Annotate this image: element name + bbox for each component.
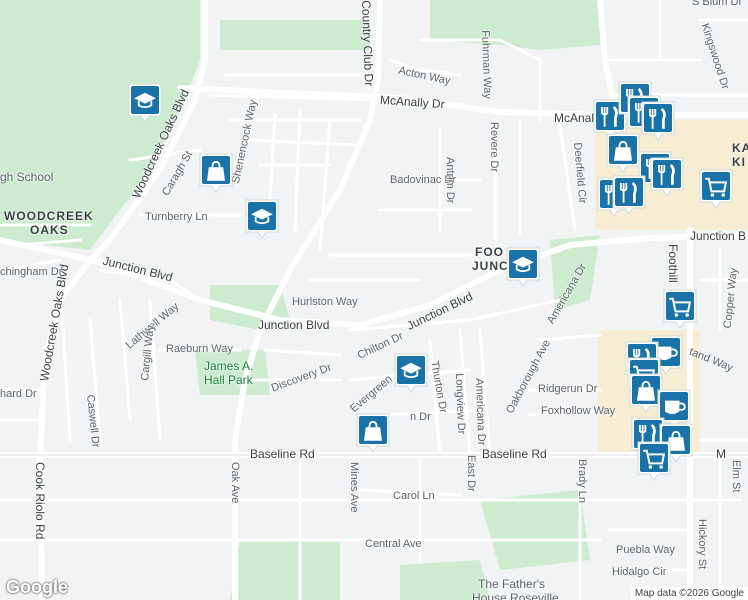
- place-label-church-line1: The Father's: [478, 577, 545, 591]
- street-label-fuhrman: Fuhrman Way: [479, 30, 494, 100]
- shopping-cart-icon: [637, 441, 671, 481]
- street-label-chingham: chingham Dr: [0, 266, 63, 278]
- poi-pin-shopping-bag[interactable]: [198, 152, 234, 194]
- street-label-hard: hard Dr: [0, 388, 37, 400]
- restaurant-icon: [612, 175, 646, 215]
- poi-pin-shopping-bag[interactable]: [605, 132, 641, 174]
- street-label-revere: Revere Dr: [488, 122, 500, 173]
- place-label-church-line2: House Roseville: [472, 591, 559, 600]
- street-label-raeburn: Raeburn Way: [166, 343, 233, 355]
- place-label-park-line1: James A.: [204, 359, 254, 373]
- street-label-n-dr: n Dr: [410, 411, 431, 423]
- poi-pin-restaurant[interactable]: [611, 174, 647, 216]
- poi-pin-restaurant[interactable]: [640, 100, 676, 142]
- street-label-cook-riolo: Cook Riolo Rd: [33, 462, 47, 540]
- street-label-hickory: Hickory St: [696, 519, 708, 570]
- poi-pin-shopping-cart[interactable]: [698, 168, 734, 210]
- map-data-credit[interactable]: Map data ©2026 Google: [630, 587, 748, 600]
- google-logo: Google: [6, 577, 68, 597]
- area-label-junction: JUNC: [472, 259, 509, 273]
- school-icon: [245, 199, 279, 239]
- shopping-cart-icon: [699, 169, 733, 209]
- street-label-foothill: Foothill: [666, 244, 680, 283]
- street-label-antrim: Antrim Dr: [444, 157, 456, 204]
- street-label-hidalgo: Hidalgo Cir: [612, 566, 667, 578]
- street-label-ridgerun: Ridgerun Dr: [538, 383, 598, 395]
- poi-pin-restaurant[interactable]: [649, 156, 685, 198]
- area-label-ki: KI: [732, 155, 746, 169]
- street-label-baseline-east: Baseline Rd: [482, 447, 547, 461]
- shopping-bag-icon: [606, 133, 640, 173]
- place-label-park-line2: Hall Park: [204, 373, 253, 387]
- poi-pin-shopping-cart[interactable]: [636, 440, 672, 482]
- map-canvas[interactable]: WOODCREEK OAKS FOO JUNC KA KI gh School …: [0, 0, 748, 600]
- area-label-oaks: OAKS: [30, 223, 69, 237]
- street-label-turnberry: Turnberry Ln: [145, 211, 208, 223]
- poi-pin-shopping-bag[interactable]: [355, 412, 391, 454]
- area-label-woodcreek: WOODCREEK: [4, 209, 94, 223]
- school-icon: [394, 353, 428, 393]
- area-label-ka: KA: [732, 141, 748, 155]
- poi-pin-school[interactable]: [505, 246, 541, 288]
- street-label-junction-central: Junction Blvd: [258, 318, 330, 332]
- school-icon: [506, 247, 540, 287]
- street-label-east: East Dr: [465, 455, 477, 492]
- poi-pin-shopping-cart[interactable]: [662, 288, 698, 330]
- poi-pin-school[interactable]: [393, 352, 429, 394]
- street-label-junction-far-east: Junction B: [690, 229, 747, 243]
- street-label-m: M: [716, 447, 726, 461]
- area-label-foothills: FOO: [475, 245, 504, 259]
- street-label-americana: Americana Dr: [473, 378, 488, 446]
- restaurant-icon: [641, 101, 675, 141]
- school-icon: [128, 83, 162, 123]
- street-label-foxhollow: Foxhollow Way: [541, 405, 616, 417]
- street-label-central: Central Ave: [365, 538, 422, 550]
- street-label-carol: Carol Ln: [393, 490, 435, 502]
- street-label-elm: Elm St: [730, 460, 742, 493]
- shopping-cart-icon: [663, 289, 697, 329]
- street-label-mines: Mines Ave: [348, 462, 360, 513]
- restaurant-icon: [650, 157, 684, 197]
- street-label-hurlston: Hurlston Way: [292, 296, 358, 308]
- street-label-blum: S Blum Dr: [692, 0, 743, 8]
- street-label-country-club-north: Country Club Dr: [359, 0, 377, 87]
- street-label-longview: Longview Dr: [453, 373, 468, 435]
- street-label-baseline-west: Baseline Rd: [250, 447, 315, 461]
- street-label-mcanally-east: McAnall: [554, 111, 597, 125]
- street-label-oak: Oak Ave: [229, 462, 241, 504]
- poi-pin-school[interactable]: [127, 82, 163, 124]
- shopping-bag-icon: [356, 413, 390, 453]
- street-label-brady: Brady Ln: [576, 459, 588, 504]
- poi-pin-school[interactable]: [244, 198, 280, 240]
- street-label-puebla: Puebla Way: [616, 544, 675, 556]
- shopping-bag-icon: [199, 153, 233, 193]
- place-label-school: gh School: [0, 170, 54, 184]
